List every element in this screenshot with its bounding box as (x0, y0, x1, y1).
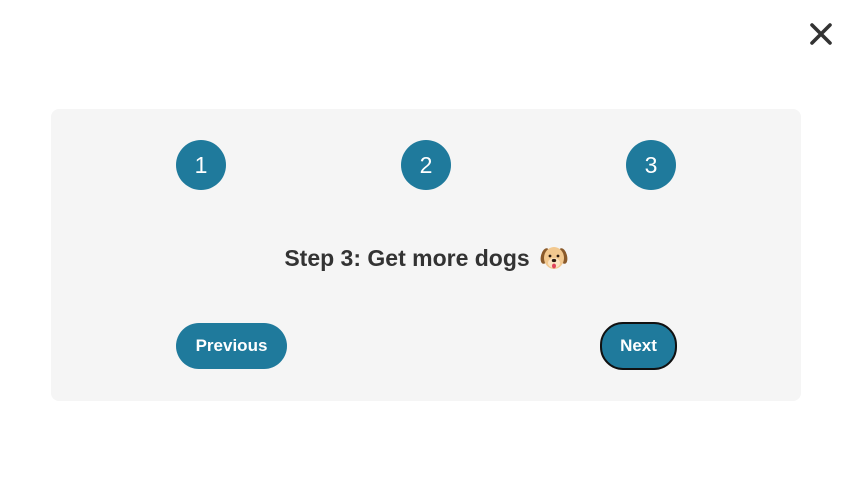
close-icon (809, 22, 833, 46)
next-button[interactable]: Next (600, 322, 677, 370)
step-indicator-3[interactable]: 3 (626, 140, 676, 190)
previous-button[interactable]: Previous (176, 323, 287, 369)
stepper-panel: 1 2 3 Step 3: Get more dogs Previous Nex… (51, 109, 801, 401)
dog-face-icon (540, 244, 568, 272)
step-title-text: Step 3: Get more dogs (284, 245, 530, 271)
modal-page: 1 2 3 Step 3: Get more dogs Previous Nex… (0, 0, 857, 498)
step-indicator-2[interactable]: 2 (401, 140, 451, 190)
close-button[interactable] (806, 19, 836, 49)
step-heading: Step 3: Get more dogs (51, 242, 801, 274)
step-indicator-1[interactable]: 1 (176, 140, 226, 190)
